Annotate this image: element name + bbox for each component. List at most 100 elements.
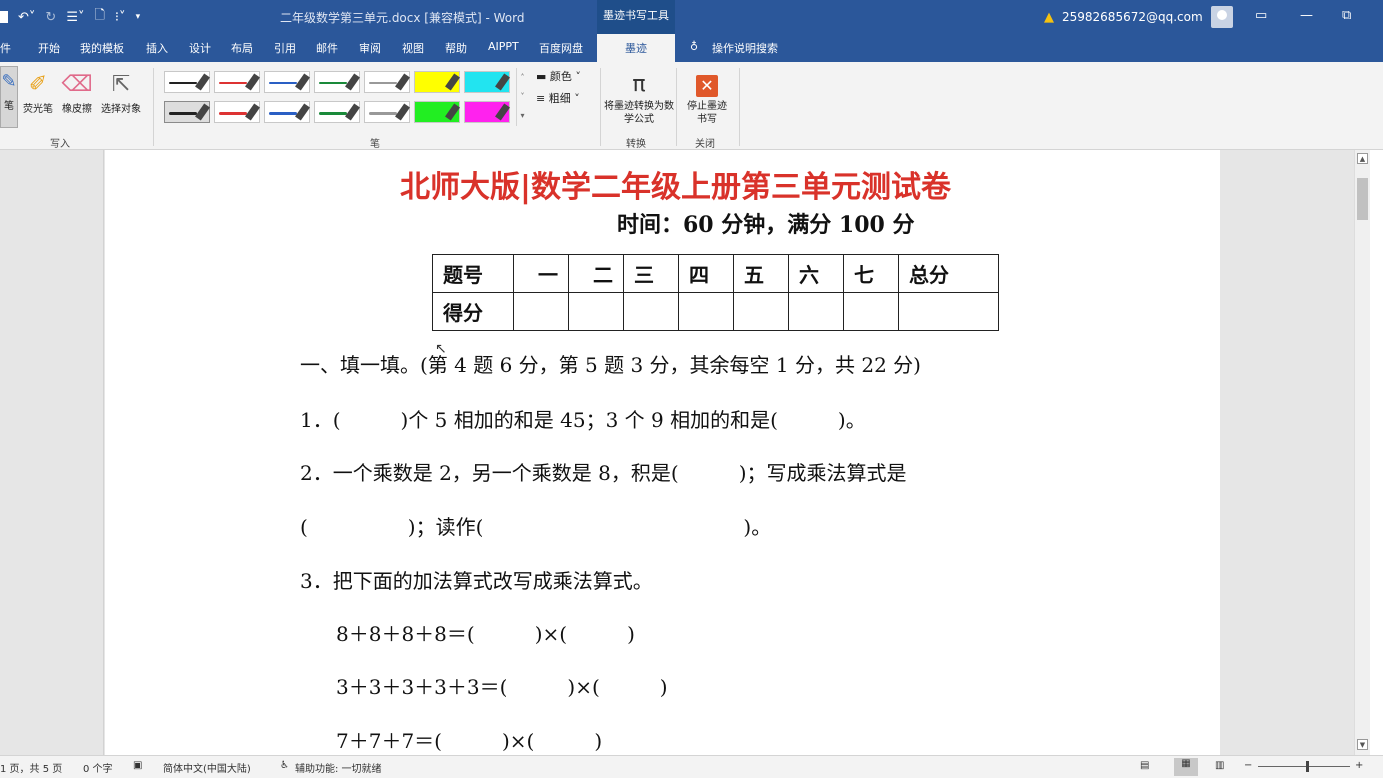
highlighter-yellow[interactable] bbox=[414, 71, 460, 93]
avatar[interactable] bbox=[1210, 6, 1233, 28]
tab-review[interactable]: 审阅 bbox=[359, 40, 381, 56]
tab-file[interactable]: 件 bbox=[0, 40, 11, 56]
table-cell[interactable]: 得分 bbox=[432, 292, 514, 331]
stop-inking-button[interactable]: ✕ 停止墨迹书写 bbox=[680, 70, 734, 126]
pen-tip-icon bbox=[345, 73, 360, 91]
chevron-up-icon[interactable]: ˄ bbox=[517, 68, 528, 87]
tab-mailings[interactable]: 邮件 bbox=[316, 40, 338, 56]
minimize-icon[interactable]: — bbox=[1300, 8, 1313, 23]
eraser-icon: ⌫ bbox=[61, 72, 93, 97]
select-objects-button[interactable]: ⇱ 选择对象 bbox=[97, 70, 145, 115]
table-cell[interactable]: 题号 bbox=[432, 254, 514, 293]
table-row: 题号 一 二 三 四 五 六 七 总分 bbox=[432, 254, 999, 293]
customize-qat-icon[interactable]: ▾ bbox=[136, 12, 141, 22]
print-preview-icon[interactable]: 🗋 bbox=[94, 6, 104, 28]
pen-black-thick[interactable] bbox=[164, 101, 210, 123]
pen-green-thick[interactable] bbox=[314, 101, 360, 123]
table-cell[interactable]: 六 bbox=[788, 254, 844, 293]
proofing-icon[interactable]: ▣ bbox=[133, 760, 142, 771]
vertical-scrollbar[interactable]: ▲ ▼ bbox=[1354, 150, 1370, 755]
group-separator bbox=[153, 68, 154, 146]
table-cell[interactable]: 四 bbox=[678, 254, 734, 293]
ink-to-math-button[interactable]: π 将墨迹转换为数学公式 bbox=[604, 70, 674, 126]
ribbon-display-icon[interactable]: ▭ bbox=[1255, 8, 1267, 23]
pen-gallery-scroll[interactable]: ˄ ˅ ▾ bbox=[516, 68, 528, 126]
table-cell[interactable]: 一 bbox=[513, 254, 569, 293]
accessibility-status[interactable]: 辅助功能: 一切就绪 bbox=[295, 760, 382, 775]
eraser-button[interactable]: ⌫ 橡皮擦 bbox=[57, 70, 97, 115]
table-cell[interactable]: 二 bbox=[568, 254, 624, 293]
chevron-down-icon[interactable]: ˅ bbox=[517, 87, 528, 106]
table-cell[interactable] bbox=[568, 292, 624, 331]
print-layout-icon[interactable]: ▦ bbox=[1174, 758, 1198, 776]
tab-my-templates[interactable]: 我的模板 bbox=[80, 40, 124, 56]
highlighter-green[interactable] bbox=[414, 101, 460, 123]
color-dropdown[interactable]: ▬ 颜色 ˅ bbox=[536, 68, 581, 84]
tab-aippt[interactable]: AIPPT bbox=[488, 40, 519, 53]
tab-ink[interactable]: 墨迹 bbox=[597, 34, 675, 62]
scroll-down-icon[interactable]: ▼ bbox=[1357, 739, 1368, 750]
tab-help[interactable]: 帮助 bbox=[445, 40, 467, 56]
tab-design[interactable]: 设计 bbox=[189, 40, 211, 56]
table-cell[interactable] bbox=[623, 292, 679, 331]
page-count[interactable]: 1 页，共 5 页 bbox=[0, 760, 62, 775]
tab-references[interactable]: 引用 bbox=[274, 40, 296, 56]
read-mode-icon[interactable]: ▤ bbox=[1140, 760, 1149, 771]
account-area[interactable]: ▲ 25982685672@qq.com bbox=[1044, 0, 1233, 34]
language-indicator[interactable]: 简体中文(中国大陆) bbox=[163, 760, 251, 775]
table-cell[interactable] bbox=[733, 292, 789, 331]
tell-me-search[interactable]: 操作说明搜索 bbox=[712, 40, 778, 56]
score-table: 题号 一 二 三 四 五 六 七 总分 得分 bbox=[432, 254, 999, 331]
contextual-tab-ink-tools: 墨迹书写工具 bbox=[597, 0, 675, 34]
table-cell[interactable]: 五 bbox=[733, 254, 789, 293]
pen-blue-thick[interactable] bbox=[264, 101, 310, 123]
thickness-dropdown[interactable]: ≡ 粗细 ˅ bbox=[536, 90, 580, 106]
stop-inking-label: 停止墨迹书写 bbox=[687, 101, 727, 125]
save-icon[interactable] bbox=[0, 11, 8, 23]
pen-red-thick[interactable] bbox=[214, 101, 260, 123]
document-page[interactable]: 北师大版|数学二年级上册第三单元测试卷 时间：60 分钟，满分 100 分 题号… bbox=[105, 150, 1220, 755]
pen-blue-thin[interactable] bbox=[264, 71, 310, 93]
zoom-in-icon[interactable]: + bbox=[1355, 760, 1363, 771]
table-cell[interactable] bbox=[678, 292, 734, 331]
highlighter-magenta[interactable] bbox=[464, 101, 510, 123]
gallery-more-icon[interactable]: ▾ bbox=[517, 106, 528, 125]
table-cell[interactable]: 七 bbox=[843, 254, 899, 293]
highlighter-cyan[interactable] bbox=[464, 71, 510, 93]
restore-icon[interactable]: ⧉ bbox=[1342, 8, 1351, 23]
redo-icon[interactable]: ↻ bbox=[45, 10, 56, 25]
window-edge bbox=[1370, 150, 1383, 755]
zoom-slider[interactable] bbox=[1258, 766, 1350, 767]
table-cell[interactable] bbox=[788, 292, 844, 331]
tab-view[interactable]: 视图 bbox=[402, 40, 424, 56]
zoom-out-icon[interactable]: − bbox=[1244, 760, 1252, 771]
tab-home[interactable]: 开始 bbox=[38, 40, 60, 56]
list-icon[interactable]: ⁝˅ bbox=[115, 10, 126, 25]
scroll-up-icon[interactable]: ▲ bbox=[1357, 153, 1368, 164]
scroll-thumb[interactable] bbox=[1357, 178, 1368, 220]
pen-tip-icon bbox=[495, 103, 510, 121]
stroke-swatch bbox=[169, 112, 197, 115]
pen-gray-thin[interactable] bbox=[364, 71, 410, 93]
table-cell[interactable] bbox=[513, 292, 569, 331]
word-count[interactable]: 0 个字 bbox=[83, 760, 113, 775]
pen-green-thin[interactable] bbox=[314, 71, 360, 93]
stroke-swatch bbox=[219, 112, 247, 115]
tab-layout[interactable]: 布局 bbox=[231, 40, 253, 56]
zoom-slider-thumb[interactable] bbox=[1306, 761, 1309, 772]
color-label: 颜色 bbox=[549, 70, 572, 83]
highlighter-button[interactable]: ✐ 荧光笔 bbox=[18, 70, 58, 115]
pen-gray-thick[interactable] bbox=[364, 101, 410, 123]
table-cell[interactable]: 三 bbox=[623, 254, 679, 293]
pen-tool-button[interactable]: ✎ 笔 bbox=[0, 66, 18, 128]
undo-icon[interactable]: ↶˅ bbox=[18, 10, 35, 25]
tab-insert[interactable]: 插入 bbox=[146, 40, 168, 56]
table-cell[interactable] bbox=[898, 292, 999, 331]
pen-black-thin[interactable] bbox=[164, 71, 210, 93]
table-cell[interactable]: 总分 bbox=[898, 254, 999, 293]
layout-icon[interactable]: ☰˅ bbox=[66, 10, 84, 25]
tab-baidu-netdisk[interactable]: 百度网盘 bbox=[539, 40, 583, 56]
pen-red-thin[interactable] bbox=[214, 71, 260, 93]
web-layout-icon[interactable]: ▥ bbox=[1215, 760, 1224, 771]
table-cell[interactable] bbox=[843, 292, 899, 331]
